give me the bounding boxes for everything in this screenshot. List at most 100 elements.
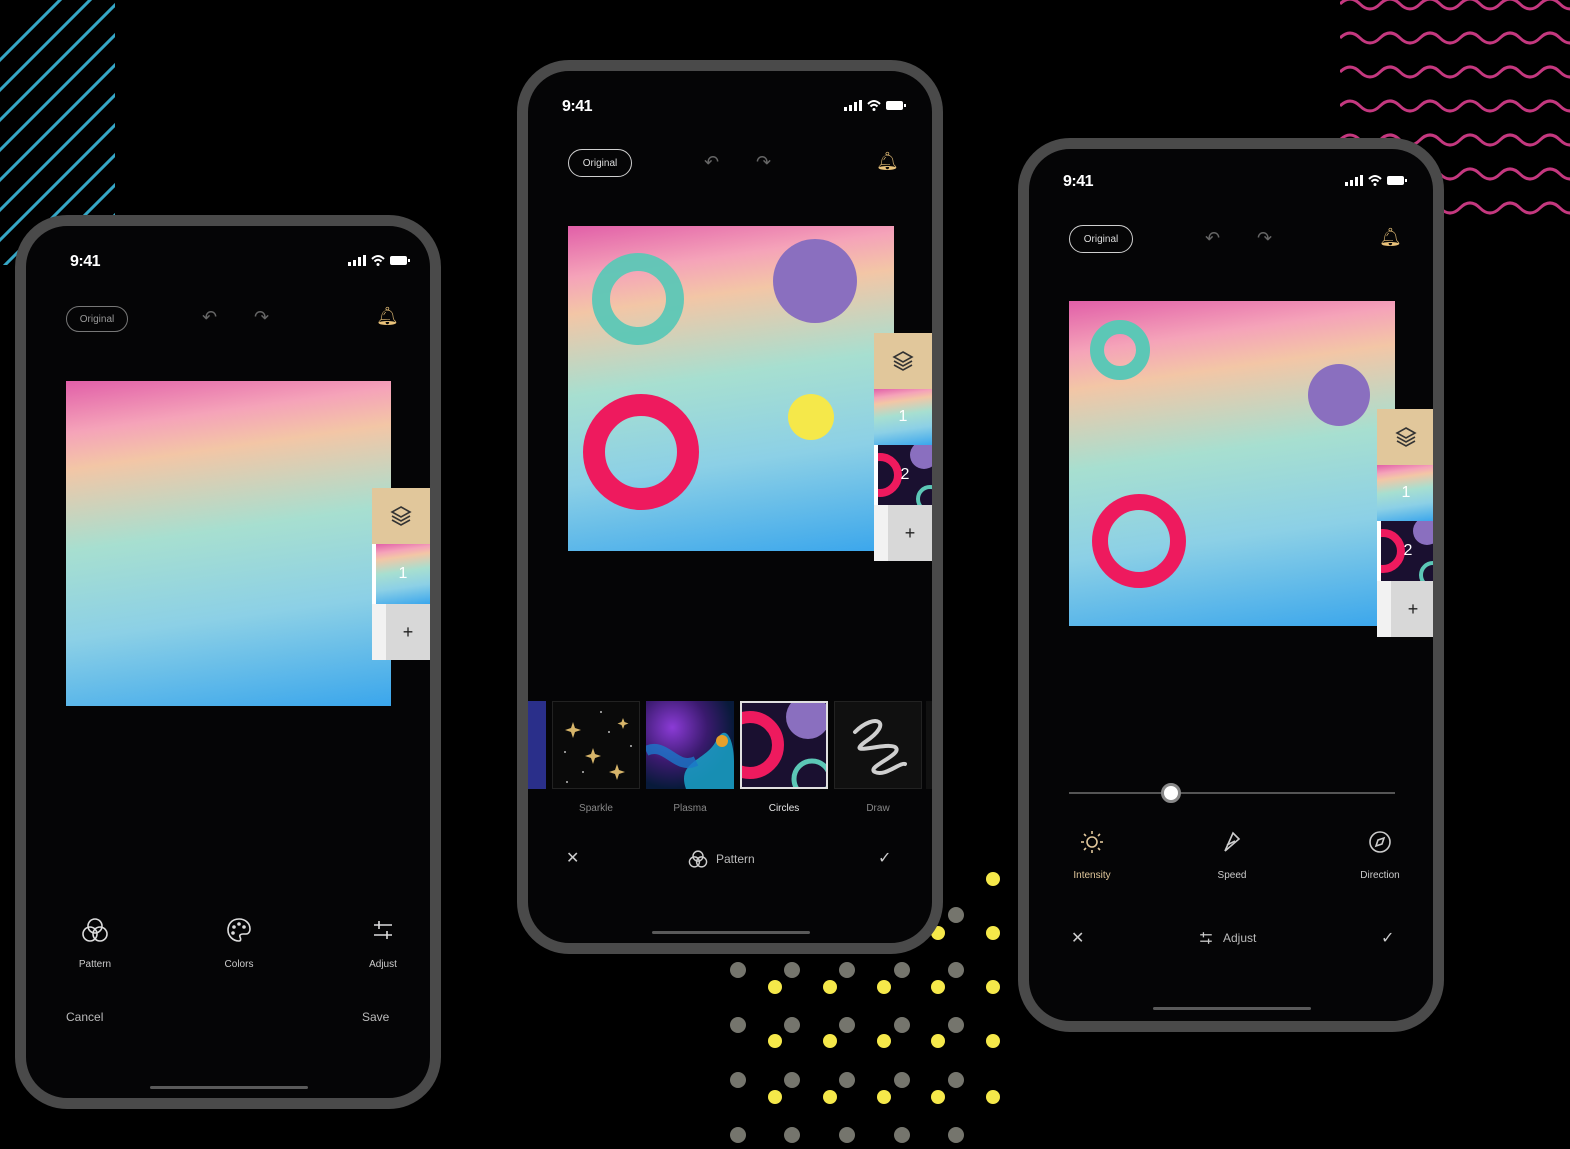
pattern-thumb-sparkle[interactable] — [552, 701, 640, 789]
add-label: + — [1407, 598, 1419, 619]
layers-icon — [892, 351, 914, 371]
original-toggle-button[interactable]: Original — [1069, 225, 1133, 253]
tool-intensity[interactable]: Intensity — [1057, 829, 1127, 881]
canvas-shapes — [583, 239, 857, 510]
intensity-slider[interactable] — [1069, 783, 1395, 803]
layer-thumbnail-1[interactable]: 1 — [1377, 465, 1433, 521]
bell-icon[interactable]: 🔔︎ — [876, 151, 899, 172]
tool-label: Colors — [224, 959, 254, 970]
signal-icon — [348, 255, 366, 266]
pattern-thumb-plasma[interactable] — [646, 701, 734, 789]
layer-number: 1 — [1401, 484, 1411, 501]
layer-number: 1 — [898, 408, 908, 425]
wifi-icon — [867, 100, 881, 111]
canvas-preview[interactable] — [568, 226, 894, 551]
tool-adjust[interactable]: Adjust — [348, 916, 418, 970]
add-label: + — [904, 522, 916, 543]
yellow-dot-shape — [788, 394, 834, 440]
layers-icon-button[interactable] — [1377, 409, 1433, 465]
canvas-shapes — [1090, 320, 1370, 588]
layers-icon — [1395, 427, 1417, 447]
confirm-check-icon[interactable]: ✓ — [878, 851, 891, 867]
add-layer-button[interactable]: + — [1377, 581, 1433, 637]
layer-thumbnail-1[interactable]: 1 — [372, 544, 430, 604]
tool-label: Pattern — [78, 959, 112, 970]
layers-icon-button[interactable] — [372, 488, 430, 544]
battery-icon — [1387, 176, 1407, 185]
close-icon[interactable]: ✕ — [566, 851, 579, 867]
pink-ring-shape — [583, 394, 699, 510]
pink-ring-shape — [1092, 494, 1186, 588]
tool-pattern[interactable]: Pattern — [60, 916, 130, 970]
circles-pattern-art — [742, 703, 826, 787]
layer-thumbnail-1[interactable]: 1 — [874, 389, 932, 445]
layer-thumbnail-2[interactable]: 2 — [1377, 521, 1433, 581]
pattern-thumb-partial-right[interactable] — [926, 701, 932, 789]
tool-colors[interactable]: Colors — [204, 916, 274, 970]
pattern-icon — [688, 850, 708, 868]
home-indicator — [150, 1086, 308, 1089]
purple-circle-shape — [773, 239, 857, 323]
palette-icon — [227, 918, 251, 942]
layers-panel: 1 2 + — [1377, 409, 1433, 637]
original-toggle-button[interactable]: Original — [568, 149, 632, 177]
home-indicator — [652, 931, 810, 934]
status-time: 9:41 — [1063, 173, 1094, 190]
sliders-icon — [374, 921, 392, 939]
add-label: + — [402, 621, 414, 642]
layer-number: 1 — [398, 565, 408, 582]
bell-icon[interactable]: 🔔︎ — [1379, 227, 1402, 248]
wifi-icon — [371, 255, 385, 266]
signal-icon — [844, 100, 862, 111]
phone-2-pattern-picker: 9:41 Original ↶ ↷ 🔔︎ 1 2 + Sparkle Plasm… — [517, 60, 943, 954]
bottom-title-group: Pattern — [688, 849, 755, 869]
pattern-label-circles: Circles — [768, 803, 800, 814]
status-time: 9:41 — [70, 253, 101, 270]
wifi-icon — [1368, 175, 1382, 186]
bell-icon[interactable]: 🔔︎ — [376, 306, 399, 327]
draw-pattern-art — [853, 719, 907, 775]
speed-icon — [1224, 831, 1241, 852]
teal-ring-shape — [1090, 320, 1150, 380]
pattern-thumb-draw[interactable] — [834, 701, 922, 789]
tool-speed[interactable]: Speed — [1197, 829, 1267, 881]
tool-direction[interactable]: Direction — [1345, 829, 1415, 881]
original-toggle-button[interactable]: Original — [66, 306, 128, 332]
slider-thumb[interactable] — [1160, 783, 1181, 803]
compass-icon — [1369, 831, 1391, 853]
add-layer-button[interactable]: + — [372, 604, 430, 660]
layers-icon-button[interactable] — [874, 333, 932, 389]
slider-track — [1069, 792, 1395, 794]
battery-icon — [886, 101, 906, 110]
teal-ring-shape — [592, 253, 684, 345]
purple-circle-shape — [1308, 364, 1370, 426]
undo-icon[interactable]: ↶ — [704, 153, 719, 171]
canvas-preview[interactable] — [1069, 301, 1395, 626]
tool-label: Intensity — [1073, 870, 1111, 881]
pattern-label-sparkle: Sparkle — [579, 803, 613, 814]
undo-icon[interactable]: ↶ — [1205, 229, 1220, 247]
plasma-pattern-art — [646, 732, 734, 789]
redo-icon[interactable]: ↷ — [756, 153, 771, 171]
cancel-button[interactable]: Cancel — [66, 1010, 103, 1024]
layer-thumbnail-2[interactable]: 2 — [874, 445, 932, 505]
save-button[interactable]: Save — [362, 1010, 389, 1024]
sun-icon — [1081, 831, 1103, 853]
phone-3-adjust: 9:41 Original ↶ ↷ 🔔︎ 1 2 + Intensity Spe… — [1018, 138, 1444, 1032]
pattern-label-plasma: Plasma — [673, 803, 707, 814]
redo-icon[interactable]: ↷ — [254, 308, 269, 326]
undo-icon[interactable]: ↶ — [202, 308, 217, 326]
status-icons — [1345, 175, 1407, 186]
phone-1-editor: 9:41 Original ↶ ↷ 🔔︎ 1 + Pattern Colors … — [15, 215, 441, 1109]
confirm-check-icon[interactable]: ✓ — [1381, 931, 1394, 947]
sparkle-pattern-art — [564, 711, 632, 783]
status-time: 9:41 — [562, 98, 593, 115]
pattern-thumb-circles[interactable] — [740, 701, 828, 789]
add-layer-button[interactable]: + — [874, 505, 932, 561]
redo-icon[interactable]: ↷ — [1257, 229, 1272, 247]
bottom-title: Adjust — [1223, 931, 1257, 945]
canvas-preview[interactable] — [66, 381, 391, 706]
status-icons — [348, 255, 410, 266]
pattern-thumb-partial[interactable] — [528, 701, 546, 789]
close-icon[interactable]: ✕ — [1071, 931, 1084, 947]
